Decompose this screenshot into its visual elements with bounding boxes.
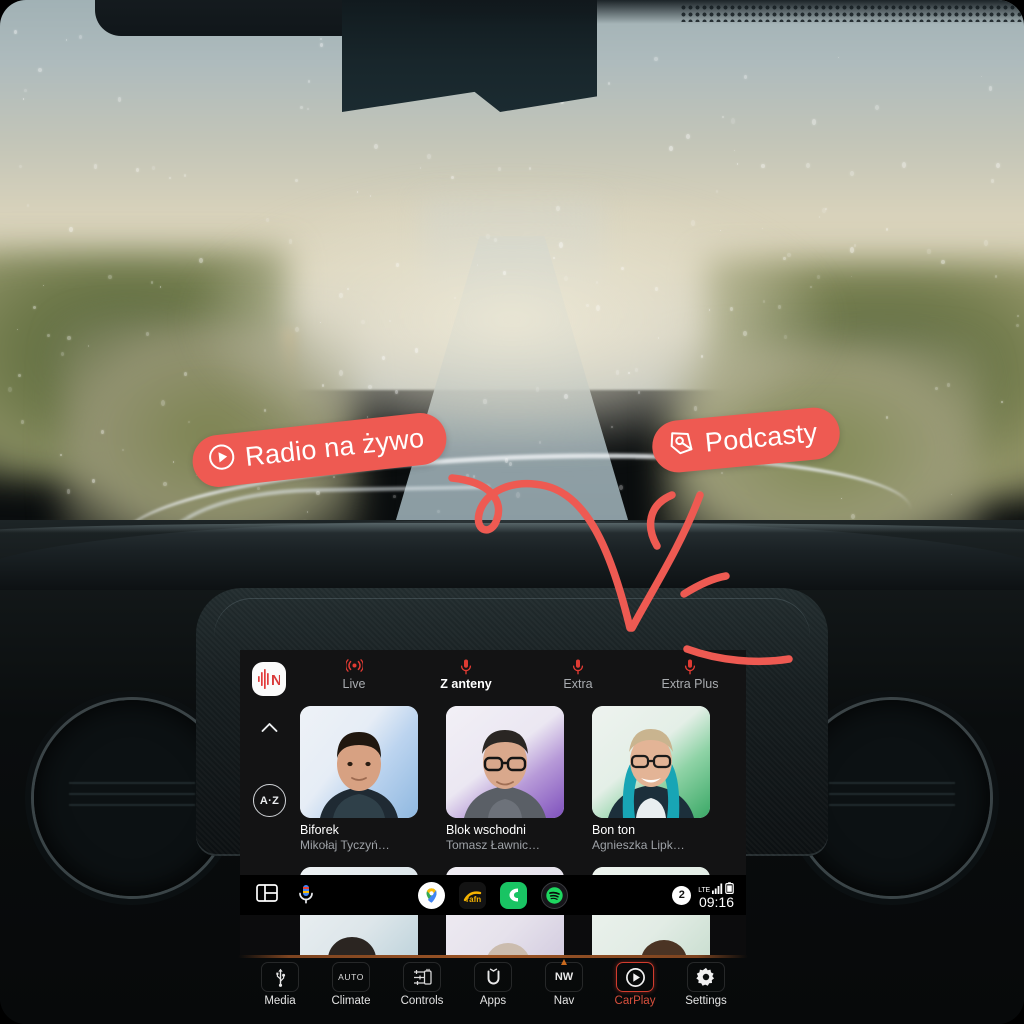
tab-live-label: Live (342, 677, 366, 691)
radio-app-icon[interactable]: rafn (459, 881, 486, 909)
podcast-author: Tomasz Ławnic… (446, 838, 541, 852)
split-screen-icon[interactable] (256, 884, 278, 906)
podcast-thumbnail (446, 706, 564, 818)
podcast-author: Agnieszka Lipk… (592, 838, 685, 852)
podcast-author: Mikołaj Tyczyń… (300, 838, 390, 852)
hardware-button-label: Nav (553, 995, 575, 1007)
hardware-button-nav[interactable]: NW Nav (534, 959, 594, 1007)
hardware-button-settings[interactable]: Settings (676, 962, 736, 1007)
google-maps-icon[interactable] (418, 881, 445, 909)
hardware-button-label: Apps (479, 995, 507, 1007)
hardware-button-media[interactable]: Media (250, 962, 310, 1007)
windshield-scene (0, 0, 1024, 556)
gear-icon (687, 962, 725, 992)
svg-text:N: N (271, 672, 280, 689)
phone-icon[interactable] (500, 881, 527, 909)
status-indicators: LTE 09:16 (698, 881, 734, 910)
podcast-title: Bon ton (592, 823, 636, 837)
sort-az-label: A·Z (259, 794, 280, 807)
windshield-frit-dots (680, 4, 1024, 22)
uconnect-icon (474, 962, 512, 992)
sort-az-button[interactable]: A·Z (253, 784, 286, 817)
air-vent-blades-right (829, 782, 955, 814)
category-tabs: Live Z anteny Extra Extra Plus (298, 656, 746, 702)
compass-nw-icon: NW (545, 959, 583, 992)
microphone-icon (572, 659, 584, 675)
tab-extra-plus-label: Extra Plus (661, 677, 719, 691)
broadcast-icon (344, 659, 364, 675)
hardware-button-label: Climate (331, 995, 371, 1007)
google-assistant-mic-icon[interactable] (298, 884, 320, 906)
hardware-button-label: Media (264, 995, 296, 1007)
signal-bars-icon (712, 883, 723, 894)
battery-icon (725, 881, 734, 894)
taskbar-left-group (240, 884, 320, 906)
sliders-icon (403, 962, 441, 992)
hardware-button-apps[interactable]: Apps (463, 962, 523, 1007)
hardware-button-label: Controls (400, 995, 444, 1007)
signal-row: LTE (698, 881, 734, 894)
taskbar-status-group: 2 LTE 09:16 (672, 881, 734, 910)
hardware-button-label: Settings (685, 995, 727, 1007)
hardware-button-row: Media AUTO Climate Controls Apps NW Nav … (238, 955, 748, 1024)
radio-waveform-n-logo[interactable]: N (252, 662, 286, 696)
usb-icon (261, 962, 299, 992)
screenshot-root: N A·Z Live Z anteny Extra Extra Plus Bif… (0, 0, 1024, 1024)
microphone-icon (684, 659, 696, 675)
podcast-card[interactable]: Bon ton Agnieszka Lipk… (592, 706, 716, 853)
infotainment-screen[interactable]: N A·Z Live Z anteny Extra Extra Plus Bif… (240, 650, 746, 955)
tab-z-anteny[interactable]: Z anteny (410, 656, 522, 702)
android-auto-taskbar: rafn 2 LTE 09:16 (240, 875, 746, 915)
podcast-title: Biforek (300, 823, 339, 837)
podcast-host-portrait (320, 732, 398, 818)
network-label: LTE (698, 886, 710, 894)
tab-z-anteny-label: Z anteny (440, 677, 492, 691)
dashboard-lip-highlight (0, 523, 1024, 533)
hardware-button-carplay[interactable]: CarPlay (605, 962, 665, 1007)
podcast-card[interactable]: Blok wschodni Tomasz Ławnic… (446, 706, 570, 853)
air-vent-blades-left (69, 782, 195, 814)
taskbar-app-shortcuts: rafn (418, 881, 568, 909)
podcast-title: Blok wschodni (446, 823, 526, 837)
podcast-thumbnail (592, 706, 710, 818)
hardware-button-controls[interactable]: Controls (392, 962, 452, 1007)
chevron-up-icon (261, 722, 277, 732)
microphone-icon (460, 659, 472, 675)
hardware-button-climate[interactable]: AUTO Climate (321, 962, 381, 1007)
podcast-host-portrait (608, 729, 694, 818)
podcast-thumbnail (300, 706, 418, 818)
radio-waveform-n-logo-glyph: N (258, 669, 280, 689)
podcast-host-portrait (464, 730, 546, 818)
atmospheric-haze (0, 150, 1024, 450)
auto-text-icon: AUTO (332, 962, 370, 992)
tab-live[interactable]: Live (298, 656, 410, 702)
podcast-card[interactable]: Biforek Mikołaj Tyczyń… (300, 706, 424, 853)
clock: 09:16 (698, 893, 734, 910)
notification-badge[interactable]: 2 (672, 885, 692, 905)
tab-extra[interactable]: Extra (522, 656, 634, 702)
spotify-icon[interactable] (541, 881, 568, 909)
svg-text:rafn: rafn (466, 895, 481, 903)
tab-extra-plus[interactable]: Extra Plus (634, 656, 746, 702)
carplay-icon (616, 962, 654, 992)
hardware-button-label: CarPlay (614, 995, 656, 1007)
scroll-up-button[interactable] (240, 712, 298, 742)
tab-extra-label: Extra (563, 677, 593, 691)
